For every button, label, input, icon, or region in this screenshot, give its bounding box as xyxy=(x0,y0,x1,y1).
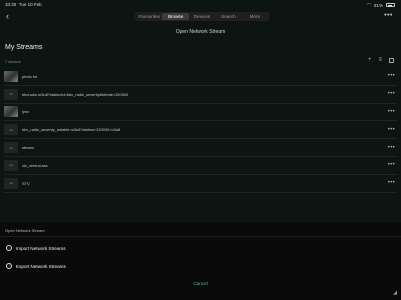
import-streams-button[interactable]: ↓ Import Network Streams xyxy=(6,245,66,251)
section-title: My Streams xyxy=(5,44,43,51)
stream-thumbnail: n/a xyxy=(4,177,18,189)
cancel-button[interactable]: Cancel xyxy=(0,281,401,286)
more-options-icon[interactable]: ••• xyxy=(388,180,395,186)
filter-icon[interactable]: ≡ xyxy=(378,57,382,63)
list-item[interactable]: n/a vlc_central.asx ••• xyxy=(4,157,397,175)
stream-name: bbcradio.m3u8?stationId=bbc_radio_sevent… xyxy=(22,91,129,97)
wifi-icon: ◠ xyxy=(367,2,371,7)
import-icon: ↓ xyxy=(6,245,12,251)
stream-thumbnail: n/a xyxy=(4,159,18,171)
divider xyxy=(0,236,401,237)
stream-thumbnail xyxy=(4,70,18,82)
list-toolbar: + ≡ xyxy=(368,57,394,63)
stream-thumbnail xyxy=(4,106,18,118)
stream-name: lynx xyxy=(22,109,29,115)
battery-percent: 81% xyxy=(373,2,383,8)
top-navigation: ‹ Favourites Browse Devices Search More … xyxy=(0,12,401,23)
back-chevron-icon[interactable]: ‹ xyxy=(6,12,9,21)
stream-name: STV xyxy=(22,180,30,186)
tab-search[interactable]: Search xyxy=(215,13,241,20)
import-label: Import Network Streams xyxy=(16,245,66,251)
page-subtitle: Open Network Stream xyxy=(175,29,226,35)
resize-handle-icon[interactable]: ◢ xyxy=(393,290,397,296)
tab-devices[interactable]: Devices xyxy=(189,13,215,20)
stream-list: photo for ••• n/a bbcradio.m3u8?stationI… xyxy=(4,68,397,193)
stream-name: photo for xyxy=(22,73,38,79)
export-icon: ↑ xyxy=(6,263,12,269)
stream-name: stream xyxy=(22,145,34,151)
more-options-icon[interactable]: ••• xyxy=(388,91,395,97)
tab-browse[interactable]: Browse xyxy=(162,13,189,20)
list-item[interactable]: n/a bbcradio.m3u8?stationId=bbc_radio_se… xyxy=(4,86,397,104)
status-right: ◠ 81% xyxy=(367,2,395,8)
sheet-title: Open Network Stream xyxy=(5,228,45,233)
stream-thumbnail: n/a xyxy=(4,124,18,136)
stream-thumbnail: n/a xyxy=(4,88,18,100)
more-options-icon[interactable]: ••• xyxy=(388,145,395,151)
battery-icon xyxy=(386,3,395,7)
list-item[interactable]: n/a stream ••• xyxy=(4,139,397,157)
list-item[interactable]: n/a bbc_radio_seventy_notable.m3u8?stati… xyxy=(4,121,397,140)
list-item[interactable]: n/a STV ••• xyxy=(4,175,397,193)
stream-name: bbc_radio_seventy_notable.m3u8?station=3… xyxy=(22,127,121,133)
grid-view-icon[interactable] xyxy=(389,57,394,63)
more-options-icon[interactable]: ••• xyxy=(388,73,395,79)
stream-count: 7 streams xyxy=(5,60,21,64)
add-icon[interactable]: + xyxy=(368,57,372,63)
segmented-tabs: Favourites Browse Devices Search More xyxy=(135,12,269,21)
more-options-icon[interactable]: ••• xyxy=(384,12,393,19)
export-label: Export Network Streams xyxy=(16,263,66,269)
export-streams-button[interactable]: ↑ Export Network Streams xyxy=(6,263,66,269)
action-sheet: Open Network Stream ↓ Import Network Str… xyxy=(0,222,401,300)
tab-more[interactable]: More xyxy=(242,13,268,20)
more-options-icon[interactable]: ••• xyxy=(388,109,395,115)
status-bar: 10:30 Tue 10 Feb ◠ 81% xyxy=(0,0,401,9)
tab-favourites[interactable]: Favourites xyxy=(136,13,162,20)
list-item[interactable]: lynx ••• xyxy=(4,104,397,122)
stream-name: vlc_central.asx xyxy=(22,162,48,168)
more-options-icon[interactable]: ••• xyxy=(388,127,395,133)
stream-thumbnail: n/a xyxy=(4,142,18,154)
list-item[interactable]: photo for ••• xyxy=(4,68,397,86)
more-options-icon[interactable]: ••• xyxy=(388,162,395,168)
status-time: 10:30 Tue 10 Feb xyxy=(5,2,42,7)
